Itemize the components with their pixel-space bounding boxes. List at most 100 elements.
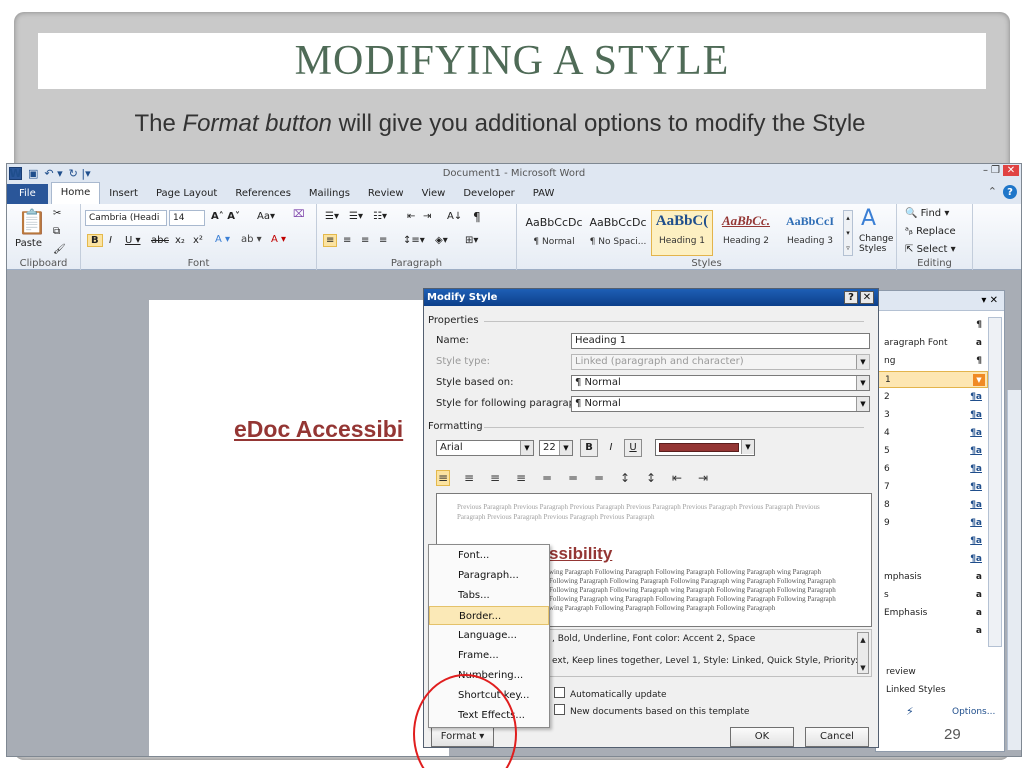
style-list-item[interactable]: ¶ <box>876 317 988 334</box>
styles-gallery-scroll[interactable]: ▴ ▾ ▿ <box>843 210 853 256</box>
style-list-item[interactable]: a <box>876 623 988 640</box>
single-spacing-icon[interactable]: ═ <box>540 471 554 485</box>
tab-review[interactable]: Review <box>359 184 413 204</box>
style-list-item[interactable]: 9 ¶a <box>876 515 988 532</box>
style-tile-heading-2[interactable]: AaBbCc. Heading 2 <box>715 210 777 256</box>
find-button[interactable]: 🔍 Find ▾ <box>905 208 949 219</box>
align-left-icon[interactable]: ≡ <box>436 470 450 486</box>
clear-formatting-icon[interactable]: ⌧ <box>293 209 305 220</box>
borders-icon[interactable]: ⊞▾ <box>465 235 478 246</box>
increase-indent-icon[interactable]: ⇥ <box>423 211 431 222</box>
font-size-combo[interactable]: 14 <box>169 210 205 226</box>
font-name-select[interactable]: Arial ▼ <box>436 440 534 456</box>
chevron-down-icon[interactable]: ▼ <box>520 441 533 455</box>
shading-icon[interactable]: ◈▾ <box>435 235 448 246</box>
change-styles-button[interactable]: Change Styles <box>859 234 897 254</box>
style-list-item[interactable]: 4 ¶a <box>876 425 988 442</box>
select-button[interactable]: ⇱ Select ▾ <box>905 244 956 255</box>
document-heading[interactable]: eDoc Accessibi <box>234 416 403 443</box>
chevron-down-icon[interactable]: ▼ <box>741 440 754 454</box>
decrease-spacing-icon[interactable]: ↕ <box>644 471 658 485</box>
underline-icon[interactable]: U ▾ <box>125 235 141 246</box>
style-list-item[interactable]: 6 ¶a <box>876 461 988 478</box>
show-marks-icon[interactable]: ¶ <box>473 210 481 224</box>
tab-insert[interactable]: Insert <box>100 184 147 204</box>
bullets-icon[interactable]: ☰▾ <box>325 211 339 222</box>
style-list-item[interactable]: 1 ▼ <box>876 371 988 388</box>
menu-item-border[interactable]: Border... <box>429 606 549 625</box>
style-list-item[interactable]: 7 ¶a <box>876 479 988 496</box>
dialog-underline-button[interactable]: U <box>624 439 642 457</box>
tab-developer[interactable]: Developer <box>454 184 523 204</box>
decrease-indent-icon[interactable]: ⇤ <box>407 211 415 222</box>
increase-indent-icon[interactable]: ⇥ <box>696 471 710 485</box>
ribbon-minimize-icon[interactable]: ⌃ <box>988 185 997 199</box>
style-item-dropdown-icon[interactable]: ▼ <box>973 374 985 386</box>
style-list-item[interactable]: 3 ¶a <box>876 407 988 424</box>
dialog-close-icon[interactable]: ✕ <box>860 291 874 304</box>
cut-icon[interactable]: ✂ <box>53 208 61 219</box>
justify-icon[interactable]: ≡ <box>379 235 387 246</box>
decrease-indent-icon[interactable]: ⇤ <box>670 471 684 485</box>
multilevel-list-icon[interactable]: ☷▾ <box>373 211 387 222</box>
copy-icon[interactable]: ⧉ <box>53 226 60 237</box>
disable-linked-styles-label[interactable]: Linked Styles <box>886 685 946 695</box>
change-case-icon[interactable]: Aa▾ <box>257 211 275 222</box>
align-left-icon[interactable]: ≡ <box>323 234 338 247</box>
menu-item-frame[interactable]: Frame... <box>429 646 549 665</box>
change-styles-icon[interactable]: A <box>861 206 876 231</box>
font-color-select[interactable]: ▼ <box>655 439 755 456</box>
style-list-item[interactable]: ng ¶ <box>876 353 988 370</box>
dialog-bold-button[interactable]: B <box>580 439 598 457</box>
ok-button[interactable]: OK <box>730 727 794 747</box>
highlight-icon[interactable]: ab ▾ <box>241 234 262 245</box>
style-list-item[interactable]: sa <box>876 587 988 604</box>
align-right-icon[interactable]: ≡ <box>488 471 502 485</box>
chevron-down-icon[interactable]: ▼ <box>559 441 572 455</box>
justify-icon[interactable]: ≡ <box>514 471 528 485</box>
pane-menu-icon[interactable]: ▾ <box>981 295 986 306</box>
increase-spacing-icon[interactable]: ↕ <box>618 471 632 485</box>
text-effects-icon[interactable]: A ▾ <box>215 234 230 245</box>
tab-paw[interactable]: PAW <box>524 184 564 204</box>
one-half-spacing-icon[interactable]: ═ <box>566 471 580 485</box>
dialog-help-icon[interactable]: ? <box>844 291 858 304</box>
minimize-icon[interactable]: – <box>983 165 988 176</box>
strikethrough-icon[interactable]: abc <box>151 235 169 246</box>
superscript-icon[interactable]: x² <box>193 235 203 246</box>
paste-button[interactable]: Paste <box>15 238 42 249</box>
style-tile-heading-3[interactable]: AaBbCcI Heading 3 <box>779 210 841 256</box>
font-name-combo[interactable]: Cambria (Headi <box>85 210 167 226</box>
style-list-item[interactable]: mphasis a <box>876 569 988 586</box>
style-list-item[interactable]: ¶a <box>876 533 988 550</box>
tab-page-layout[interactable]: Page Layout <box>147 184 226 204</box>
italic-icon[interactable]: I <box>109 235 112 246</box>
style-list-item[interactable]: ¶a <box>876 551 988 568</box>
bold-icon[interactable]: B <box>87 234 103 247</box>
menu-item-language[interactable]: Language... <box>429 626 549 645</box>
numbering-icon[interactable]: ☰▾ <box>349 211 363 222</box>
grow-font-icon[interactable]: A˄ A˅ <box>211 211 240 222</box>
based-on-select[interactable]: ¶ Normal ▼ <box>571 375 870 391</box>
font-color-icon[interactable]: A ▾ <box>271 234 286 245</box>
following-paragraph-select[interactable]: ¶ Normal ▼ <box>571 396 870 412</box>
tab-references[interactable]: References <box>226 184 300 204</box>
new-documents-radio[interactable]: New documents based on this template <box>554 704 749 717</box>
double-spacing-icon[interactable]: ═ <box>592 471 606 485</box>
style-tile-no-spacing[interactable]: AaBbCcDc ¶ No Spaci... <box>587 210 649 256</box>
style-list-item[interactable]: Emphasis a <box>876 605 988 622</box>
style-list-item[interactable]: 5 ¶a <box>876 443 988 460</box>
tab-home[interactable]: Home <box>50 182 101 204</box>
style-list-item[interactable]: 8 ¶a <box>876 497 988 514</box>
replace-button[interactable]: ᵃᵦ Replace <box>905 226 956 237</box>
sort-icon[interactable]: A↓ <box>447 211 462 222</box>
show-preview-label[interactable]: review <box>886 667 916 677</box>
document-page[interactable]: eDoc Accessibi <box>149 300 449 756</box>
chevron-down-icon[interactable]: ▼ <box>856 376 869 390</box>
styles-options-link[interactable]: Options... <box>952 707 995 717</box>
align-right-icon[interactable]: ≡ <box>361 235 369 246</box>
pane-close-icon[interactable]: ✕ <box>990 295 998 306</box>
auto-update-checkbox[interactable]: Automatically update <box>554 687 667 700</box>
cancel-button[interactable]: Cancel <box>805 727 869 747</box>
style-list-item[interactable]: aragraph Font a <box>876 335 988 352</box>
